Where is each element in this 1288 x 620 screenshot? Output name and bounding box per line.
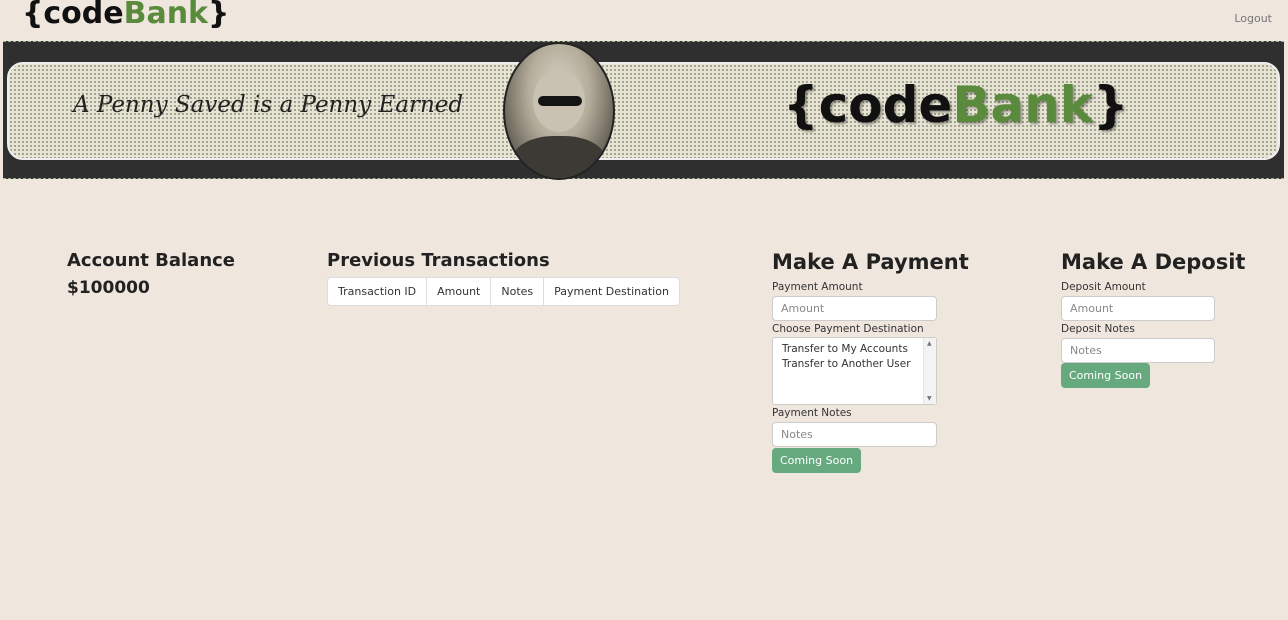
destination-option[interactable]: Transfer to Another User	[782, 357, 936, 372]
payment-destination-label: Choose Payment Destination	[772, 323, 924, 335]
deposit-notes-input[interactable]	[1061, 338, 1215, 363]
destination-option[interactable]: Transfer to My Accounts	[782, 342, 936, 357]
banner-logo: {codeBank}	[783, 76, 1129, 134]
payment-title: Make A Payment	[772, 250, 969, 274]
payment-destination-select[interactable]: Transfer to My Accounts Transfer to Anot…	[772, 337, 937, 405]
banner-slogan: A Penny Saved is a Penny Earned	[73, 92, 464, 118]
sunglasses-icon	[538, 96, 582, 106]
select-scrollbar[interactable]: ▲ ▼	[923, 338, 936, 404]
column-payment-destination: Payment Destination	[543, 278, 679, 305]
banner-logo-brace-close: }	[1093, 76, 1129, 134]
top-navbar: {codeBank} Logout	[0, 0, 1288, 40]
deposit-title: Make A Deposit	[1061, 250, 1246, 274]
logout-link[interactable]: Logout	[1234, 12, 1272, 25]
logo-brace-close: }	[208, 0, 230, 31]
payment-notes-input[interactable]	[772, 422, 937, 447]
deposit-amount-label: Deposit Amount	[1061, 281, 1146, 293]
deposit-notes-label: Deposit Notes	[1061, 323, 1135, 335]
banner-logo-code-text: code	[818, 76, 953, 134]
portrait-image	[503, 42, 615, 180]
banner-logo-brace-open: {	[783, 76, 819, 134]
transactions-table: Transaction ID Amount Notes Payment Dest…	[327, 277, 680, 306]
scroll-down-arrow-icon[interactable]: ▼	[927, 395, 932, 402]
deposit-submit-button[interactable]: Coming Soon	[1061, 363, 1151, 388]
banner: A Penny Saved is a Penny Earned {codeBan…	[3, 41, 1284, 180]
deposit-amount-input[interactable]	[1061, 296, 1215, 321]
logo-code-text: code	[43, 0, 124, 31]
logo-bank-text: Bank	[123, 0, 208, 31]
payment-submit-button[interactable]: Coming Soon	[772, 448, 862, 473]
column-notes: Notes	[490, 278, 543, 305]
column-amount: Amount	[426, 278, 490, 305]
scroll-up-arrow-icon[interactable]: ▲	[927, 340, 932, 347]
payment-notes-label: Payment Notes	[772, 407, 852, 419]
portrait-coat	[513, 136, 605, 178]
column-transaction-id: Transaction ID	[338, 285, 417, 298]
account-balance-title: Account Balance	[67, 250, 236, 271]
brand-logo[interactable]: {codeBank}	[22, 0, 229, 31]
payment-amount-label: Payment Amount	[772, 281, 863, 293]
transactions-title: Previous Transactions	[327, 250, 550, 271]
transactions-header-row: Transaction ID Amount Notes Payment Dest…	[328, 278, 679, 305]
logo-brace-open: {	[22, 0, 44, 31]
banner-logo-bank-text: Bank	[952, 76, 1094, 134]
payment-amount-input[interactable]	[772, 296, 937, 321]
account-balance-value: $100000	[67, 278, 150, 298]
